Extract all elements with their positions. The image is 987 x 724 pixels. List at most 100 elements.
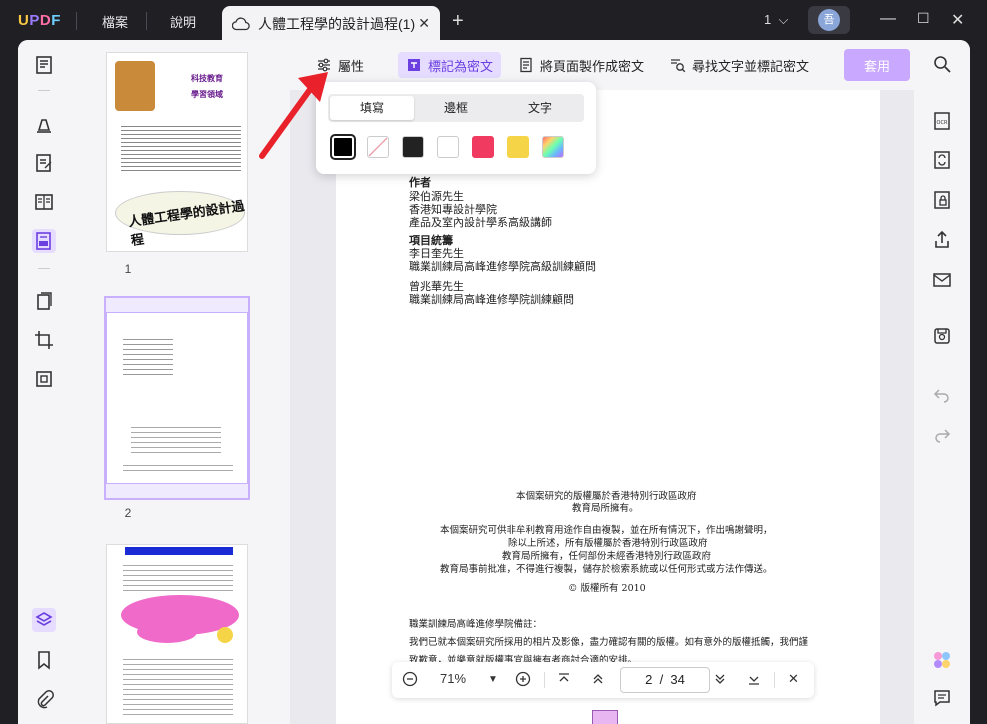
document-tab[interactable]: 人體工程學的設計過程(1) ✕: [222, 6, 440, 42]
apply-button[interactable]: 套用: [844, 49, 910, 81]
attachment-icon[interactable]: [32, 688, 56, 712]
mark-redaction-label: 標記為密文: [428, 58, 494, 74]
svg-text:OCR: OCR: [937, 120, 948, 126]
swatch-yellow[interactable]: [507, 136, 529, 158]
organize-pages-icon[interactable]: [32, 289, 56, 313]
notebook-image: [115, 61, 155, 111]
first-page-icon[interactable]: [556, 671, 572, 690]
redact-pages-button[interactable]: 將頁面製作成密文: [518, 52, 644, 78]
swatch-red[interactable]: [472, 136, 494, 158]
find-redact-label: 尋找文字並標記密文: [692, 58, 810, 74]
close-zoombar-icon[interactable]: ✕: [788, 671, 799, 687]
ocr-icon[interactable]: OCR: [932, 111, 954, 133]
tab-fill[interactable]: 填寫: [330, 96, 414, 120]
divider: [38, 90, 50, 91]
zoom-out-icon[interactable]: [402, 671, 418, 690]
maximize-icon[interactable]: ☐: [917, 10, 930, 27]
thumbnail-page-1[interactable]: 科技教育 學習領域 人體工程學的設計過程: [106, 52, 248, 252]
close-window-icon[interactable]: ✕: [951, 10, 964, 30]
copyright-line: 除以上所述，所有版權屬於香港特別行政區政府: [508, 538, 708, 549]
page-icon: [520, 57, 532, 73]
mark-redaction-button[interactable]: 標記為密文: [398, 52, 502, 78]
reader-icon[interactable]: [32, 53, 56, 77]
search-text-icon: [671, 59, 686, 73]
zoom-bar: 71% ▼ 2 / 34 ✕: [392, 662, 814, 698]
thumb-text-block: [123, 561, 233, 591]
redact-pages-label: 將頁面製作成密文: [540, 58, 645, 74]
crop-icon[interactable]: [32, 328, 56, 352]
email-icon[interactable]: [932, 270, 954, 292]
share-icon[interactable]: [932, 230, 954, 252]
avatar[interactable]: 吾: [808, 6, 850, 34]
color-swatches: [330, 134, 577, 160]
thumbnail-page-3[interactable]: [106, 544, 248, 724]
thumb-title-1: 科技教育: [191, 74, 223, 83]
left-toolbar: [18, 40, 70, 724]
title-bar: UPDF 檔案 說明 人體工程學的設計過程(1) ✕ + 1 ⌵ 吾 — ☐ ✕: [0, 0, 987, 42]
author-line: 產品及室內設計學系高級講師: [409, 216, 552, 229]
thumb-pink-shape: [137, 621, 197, 643]
redact-icon[interactable]: [32, 229, 56, 253]
thumbnail-panel: 科技教育 學習領域 人體工程學的設計過程 1 2: [70, 40, 290, 724]
swatch-white[interactable]: [437, 136, 459, 158]
pdf-page[interactable]: 作者 梁伯源先生 香港知專設計學院 產品及室內設計學系高級講師 項目統籌 李日奎…: [336, 88, 880, 724]
tools-icon[interactable]: [32, 367, 56, 391]
copyright-year: © 版權所有 2010: [568, 583, 646, 594]
coord-line: 職業訓練局高峰進修學院高級訓練顧問: [409, 260, 596, 273]
convert-icon[interactable]: [932, 150, 954, 172]
thumbnail-number: 1: [124, 262, 132, 276]
thumbnail-number: 2: [124, 506, 132, 520]
edit-pdf-icon[interactable]: [32, 151, 56, 175]
tab-border[interactable]: 邊框: [414, 96, 498, 120]
next-page-icon[interactable]: [712, 671, 728, 690]
swatch-none[interactable]: [367, 136, 389, 158]
thumb-title-2: 學習領域: [191, 90, 223, 99]
protect-icon[interactable]: [932, 190, 954, 212]
search-icon[interactable]: [932, 54, 954, 76]
properties-segmented-control: 填寫 邊框 文字: [328, 94, 584, 122]
note-line: 我們已就本個案研究所採用的相片及影像，盡力確認有關的版權。如有意外的版權抵觸，我…: [409, 637, 809, 648]
copyright-line: 教育局事前批准，不得進行複製，儲存於檢索系統或以任何形式或方法作傳送。: [440, 564, 773, 575]
divider: [774, 672, 775, 688]
swatch-dark-gray[interactable]: [402, 136, 424, 158]
page-footer-logo: [592, 710, 618, 724]
zoom-dropdown-icon[interactable]: ▼: [488, 674, 498, 685]
tab-text[interactable]: 文字: [498, 96, 582, 120]
divider: [146, 12, 147, 30]
thumb-header-bar: [125, 547, 233, 555]
minimize-icon[interactable]: —: [880, 10, 896, 28]
last-page-icon[interactable]: [746, 671, 762, 690]
undo-icon[interactable]: [932, 384, 954, 406]
menu-help[interactable]: 說明: [170, 12, 196, 31]
thumbnail-page-2[interactable]: [106, 312, 248, 484]
window-count[interactable]: 1 ⌵: [764, 12, 788, 28]
copyright-line: 教育局所擁有，任何部份未經香港特別行政區政府: [502, 551, 712, 562]
swatch-custom-color[interactable]: [542, 136, 564, 158]
thumb-mascot: [217, 627, 233, 643]
previous-page-icon[interactable]: [590, 671, 606, 690]
coord-line: 職業訓練局高峰進修學院訓練顧問: [409, 293, 574, 306]
mark-redaction-icon: [408, 59, 420, 71]
find-redact-button[interactable]: 尋找文字並標記密文: [670, 52, 809, 78]
app-logo: UPDF: [18, 12, 61, 29]
divider: [76, 12, 77, 30]
new-tab-icon[interactable]: +: [452, 10, 464, 33]
zoom-level[interactable]: 71%: [440, 671, 466, 686]
thumb-text-block: [123, 655, 233, 715]
redo-icon[interactable]: [932, 424, 954, 446]
copyright-line: 本個案研究可供非牟利教育用途作自由複製，並在所有情況下，作出鳴謝聲明，: [440, 525, 773, 536]
right-toolbar: OCR: [914, 40, 970, 724]
ai-assistant-icon[interactable]: [932, 650, 954, 672]
layers-icon[interactable]: [32, 608, 56, 632]
page-number-field[interactable]: 2 / 34: [620, 667, 710, 693]
save-icon[interactable]: [932, 326, 954, 348]
comment-icon[interactable]: [32, 112, 56, 136]
menu-file[interactable]: 檔案: [102, 12, 128, 31]
close-tab-icon[interactable]: ✕: [418, 15, 430, 32]
comment-list-icon[interactable]: [932, 688, 954, 710]
form-icon[interactable]: [32, 190, 56, 214]
thumb-text-block: [123, 335, 173, 375]
zoom-in-icon[interactable]: [515, 671, 531, 690]
bookmark-icon[interactable]: [32, 648, 56, 672]
thumb-text-block: [131, 423, 221, 453]
